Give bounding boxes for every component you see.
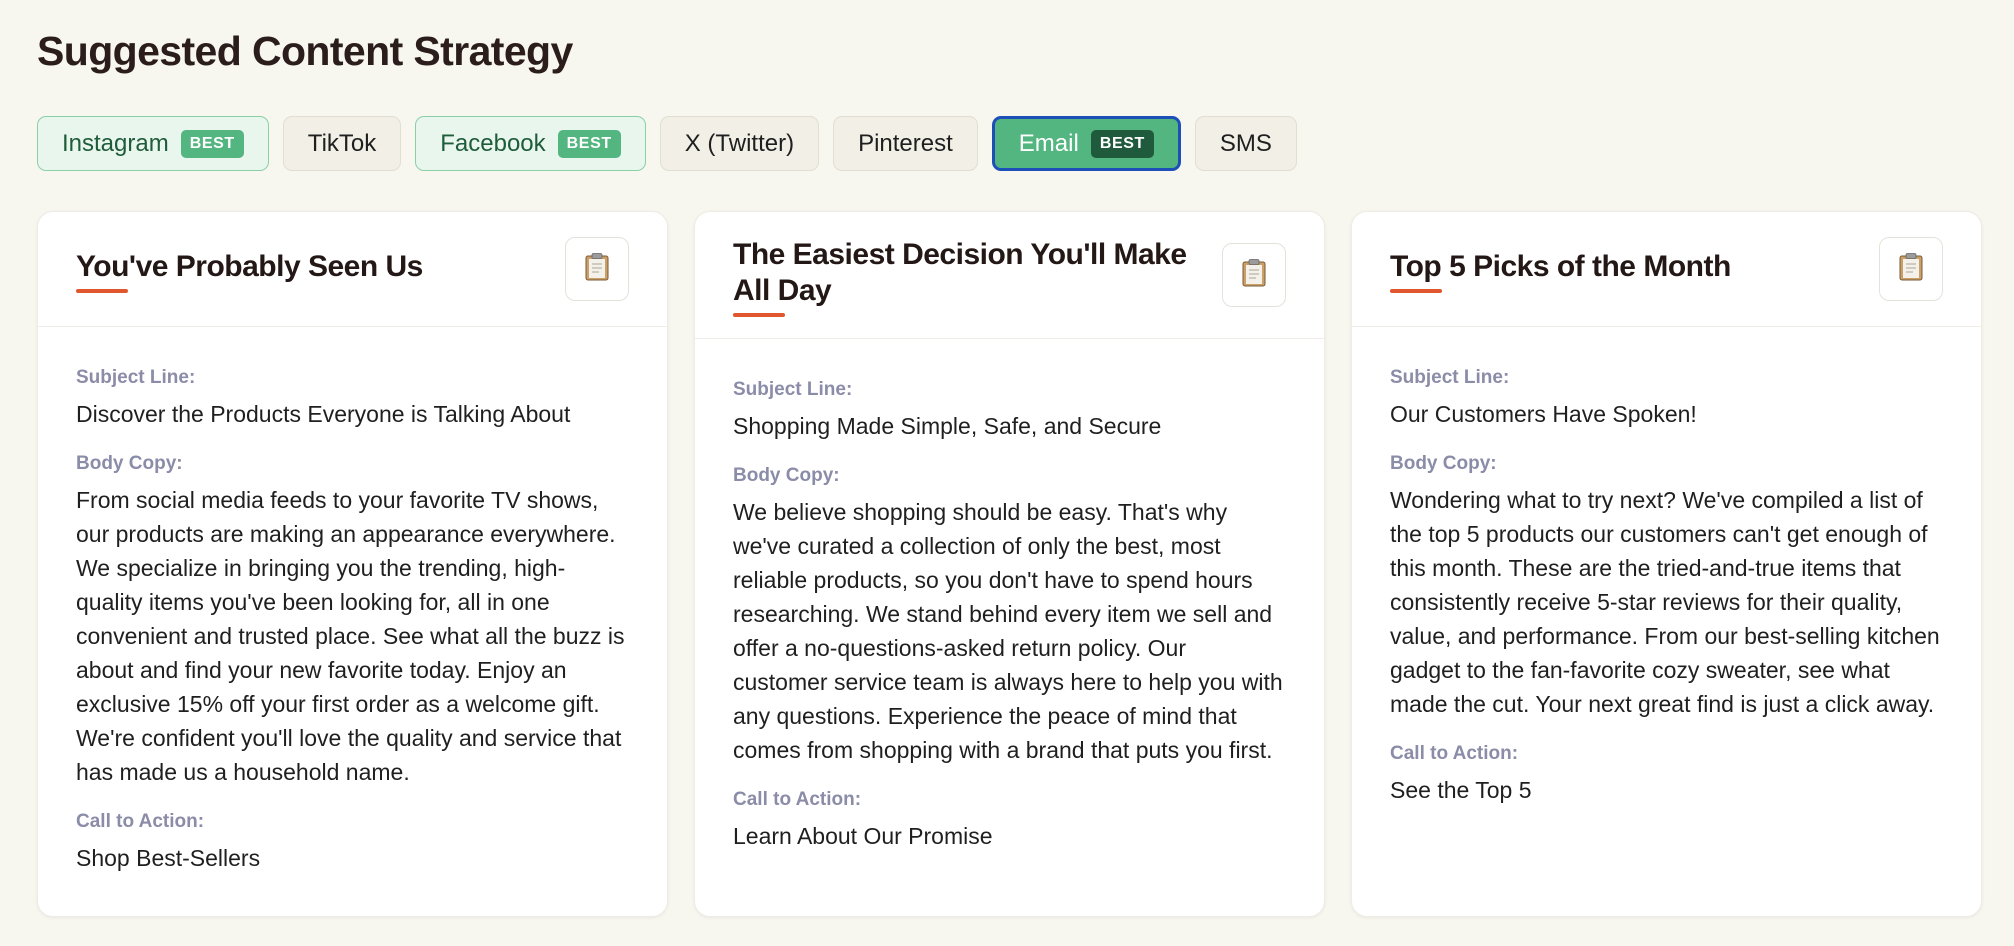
cta-label: Call to Action: — [1390, 743, 1519, 764]
subject-label: Subject Line: — [733, 379, 853, 400]
tab-label: Email — [1018, 129, 1079, 157]
cta-section: Call to Action: See the Top 5 — [1390, 743, 1943, 807]
card-header: Top 5 Picks of the Month — [1352, 212, 1981, 327]
clipboard-icon — [1242, 258, 1266, 292]
content-strategy-page: Suggested Content Strategy Instagram BES… — [0, 0, 2014, 946]
subject-line: Our Customers Have Spoken! — [1390, 401, 1697, 427]
body-copy: We believe shopping should be easy. That… — [733, 499, 1283, 763]
subject-label: Subject Line: — [1390, 367, 1510, 388]
card-title: You've Probably Seen Us — [76, 250, 423, 283]
tab-label: SMS — [1219, 129, 1272, 157]
tab-instagram[interactable]: Instagram BEST — [37, 116, 269, 171]
page-title: Suggested Content Strategy — [37, 28, 573, 74]
tab-email[interactable]: Email BEST — [991, 116, 1181, 171]
cta-section: Call to Action: Learn About Our Promise — [733, 789, 1286, 853]
subject-section: Subject Line: Shopping Made Simple, Safe… — [733, 379, 1286, 443]
tab-label: Pinterest — [858, 129, 953, 157]
channel-tabs: Instagram BEST TikTok Facebook BEST X (T… — [37, 116, 1297, 171]
call-to-action: Learn About Our Promise — [733, 823, 993, 849]
card-body: Subject Line: Discover the Products Ever… — [38, 327, 667, 875]
title-underline — [76, 289, 128, 293]
body-section: Body Copy: From social media feeds to yo… — [76, 453, 629, 789]
card-title: The Easiest Decision You'll Make All Day — [733, 238, 1187, 307]
copy-button[interactable] — [565, 237, 629, 301]
strategy-card: You've Probably Seen Us Subject Line: Di… — [37, 211, 668, 917]
strategy-cards: You've Probably Seen Us Subject Line: Di… — [37, 211, 1982, 917]
tab-label: TikTok — [307, 129, 377, 157]
tab-label: X (Twitter) — [684, 129, 795, 157]
subject-section: Subject Line: Our Customers Have Spoken! — [1390, 367, 1943, 431]
call-to-action: Shop Best-Sellers — [76, 845, 261, 871]
cta-label: Call to Action: — [76, 811, 205, 832]
body-section: Body Copy: Wondering what to try next? W… — [1390, 453, 1943, 721]
subject-section: Subject Line: Discover the Products Ever… — [76, 367, 629, 431]
card-header: The Easiest Decision You'll Make All Day — [695, 212, 1324, 339]
subject-line: Shopping Made Simple, Safe, and Secure — [733, 413, 1162, 439]
best-badge: BEST — [557, 129, 621, 158]
copy-button[interactable] — [1222, 243, 1286, 307]
strategy-card: Top 5 Picks of the Month Subject Line: O… — [1351, 211, 1982, 917]
best-badge: BEST — [180, 129, 244, 158]
body-label: Body Copy: — [1390, 453, 1497, 474]
title-underline — [1390, 289, 1442, 293]
clipboard-icon — [1899, 252, 1923, 286]
body-section: Body Copy: We believe shopping should be… — [733, 465, 1286, 767]
card-body: Subject Line: Shopping Made Simple, Safe… — [695, 339, 1324, 853]
card-header: You've Probably Seen Us — [38, 212, 667, 327]
card-title: Top 5 Picks of the Month — [1390, 250, 1731, 283]
tab-facebook[interactable]: Facebook BEST — [415, 116, 646, 171]
tab-tiktok[interactable]: TikTok — [282, 116, 402, 171]
tab-label: Instagram — [62, 129, 169, 157]
body-label: Body Copy: — [733, 465, 840, 486]
tab-sms[interactable]: SMS — [1194, 116, 1297, 171]
call-to-action: See the Top 5 — [1390, 777, 1532, 803]
copy-button[interactable] — [1879, 237, 1943, 301]
subject-line: Discover the Products Everyone is Talkin… — [76, 401, 571, 427]
subject-label: Subject Line: — [76, 367, 196, 388]
body-copy: Wondering what to try next? We've compil… — [1390, 487, 1940, 717]
strategy-card: The Easiest Decision You'll Make All Day — [694, 211, 1325, 917]
tab-x-twitter[interactable]: X (Twitter) — [659, 116, 820, 171]
cta-label: Call to Action: — [733, 789, 862, 810]
body-label: Body Copy: — [76, 453, 183, 474]
title-underline — [733, 313, 785, 317]
cta-section: Call to Action: Shop Best-Sellers — [76, 811, 629, 875]
best-badge: BEST — [1090, 129, 1154, 158]
body-copy: From social media feeds to your favorite… — [76, 487, 625, 785]
tab-label: Facebook — [440, 129, 546, 157]
card-body: Subject Line: Our Customers Have Spoken!… — [1352, 327, 1981, 807]
tab-pinterest[interactable]: Pinterest — [833, 116, 978, 171]
clipboard-icon — [585, 252, 609, 286]
